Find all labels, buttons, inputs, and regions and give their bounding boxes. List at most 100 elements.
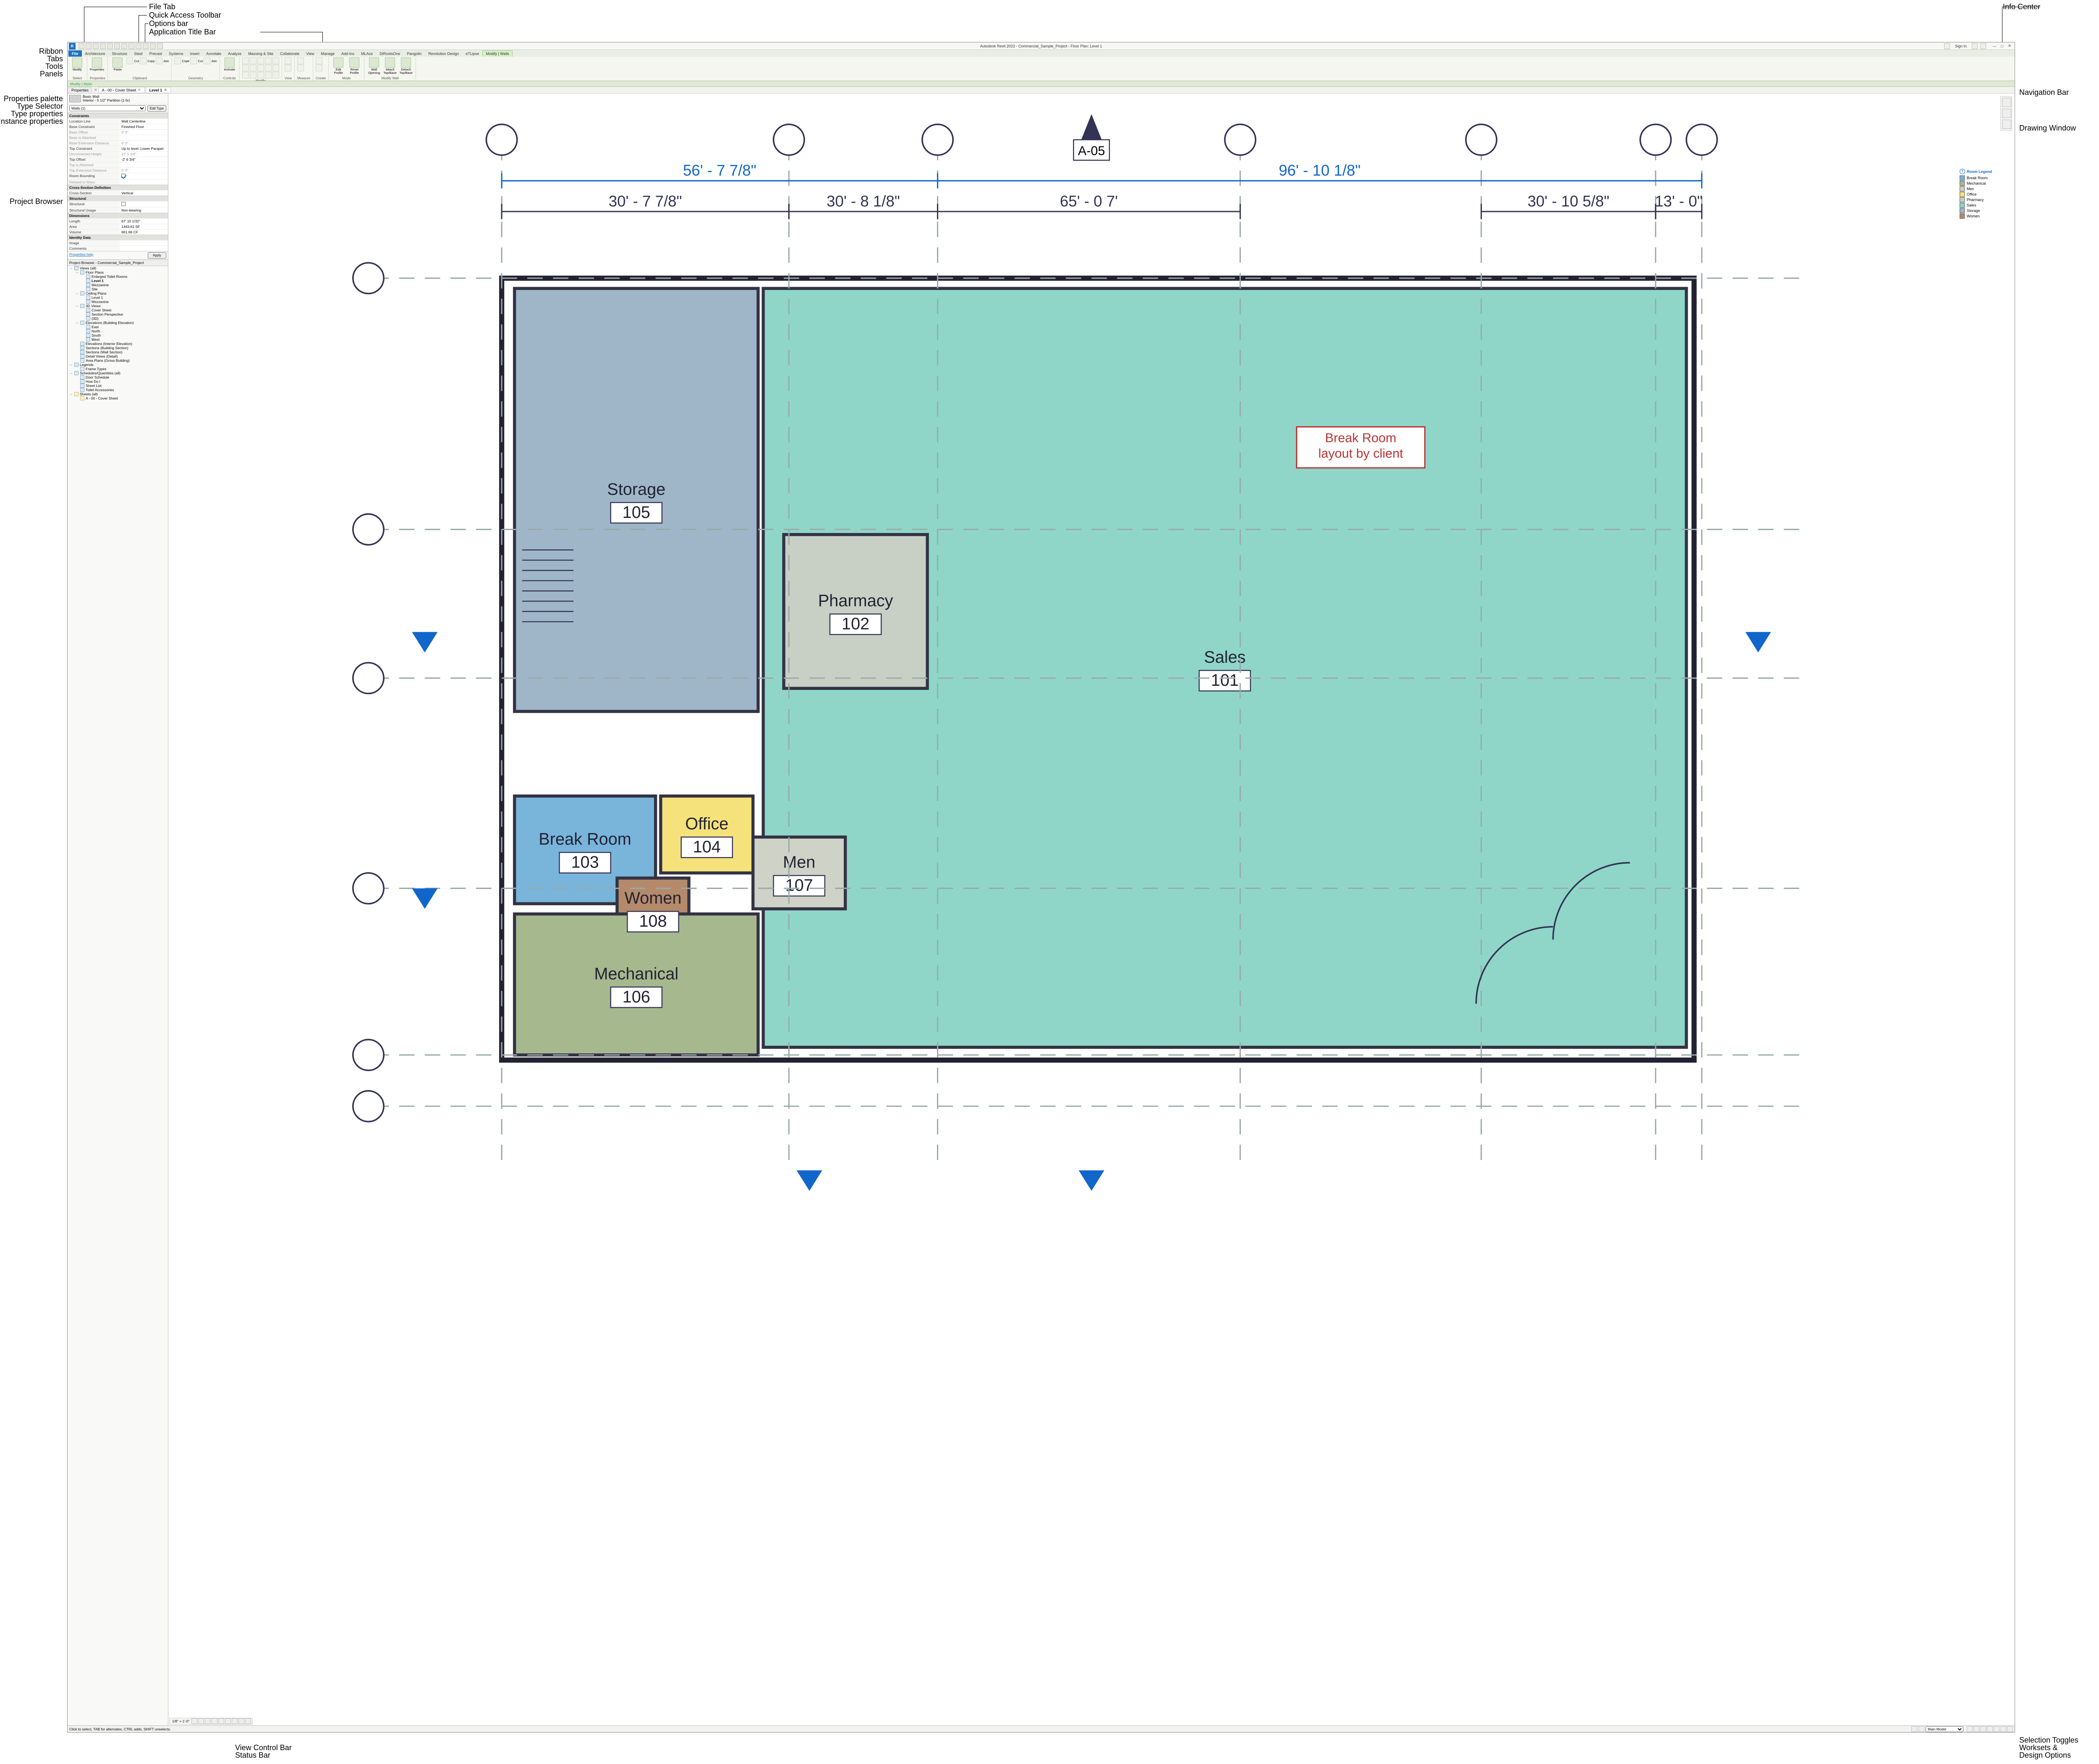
- property-group[interactable]: Dimensions: [68, 213, 168, 218]
- tree-item[interactable]: Level 1: [79, 279, 165, 283]
- property-value[interactable]: -2' 6 3/4": [120, 157, 168, 162]
- checkbox-icon[interactable]: [121, 202, 126, 206]
- qat-button[interactable]: [107, 43, 113, 49]
- app-icon[interactable]: R: [69, 43, 76, 50]
- tree-item[interactable]: Sections (Wall Section): [73, 350, 166, 354]
- tree-item[interactable]: –Elevations (Building Elevation): [73, 321, 166, 325]
- ribbon-tool[interactable]: [285, 65, 291, 71]
- reveal-hidden-icon[interactable]: [238, 1718, 244, 1724]
- qat-button[interactable]: [128, 43, 134, 49]
- worksharing-display-icon[interactable]: [245, 1718, 251, 1724]
- ribbon-tab[interactable]: DiRootsOne: [376, 50, 403, 57]
- property-value[interactable]: 1443.61 SF: [120, 224, 168, 229]
- project-browser[interactable]: Project Browser - Commercial_Sample_Proj…: [68, 260, 168, 1725]
- expand-icon[interactable]: –: [69, 363, 73, 367]
- tree-item[interactable]: North: [79, 329, 165, 333]
- property-row[interactable]: Base is Attached: [68, 135, 168, 140]
- property-value[interactable]: Wall Centerline: [120, 119, 168, 124]
- nav-wheel-icon[interactable]: [2002, 98, 2011, 107]
- property-value[interactable]: [120, 240, 168, 246]
- tree-item[interactable]: {3D}: [79, 316, 165, 321]
- ribbon-tool[interactable]: [242, 65, 249, 71]
- minimize-button[interactable]: —: [1991, 43, 1998, 49]
- tree-item[interactable]: Mezzanine: [79, 300, 165, 304]
- ribbon-tool[interactable]: Attach Top/Base: [383, 57, 397, 74]
- property-value[interactable]: [120, 201, 168, 207]
- property-row[interactable]: Related to Mass: [68, 179, 168, 185]
- ribbon-tab[interactable]: Revolution Design: [425, 50, 462, 57]
- ribbon-tool[interactable]: Wall Opening: [367, 57, 381, 74]
- expand-icon[interactable]: –: [69, 392, 73, 396]
- checkbox-icon[interactable]: [121, 174, 126, 178]
- property-row[interactable]: Top is Attached: [68, 162, 168, 167]
- ribbon-tab[interactable]: File: [68, 50, 82, 57]
- ribbon-tool[interactable]: Activate: [222, 57, 237, 71]
- ribbon-tab[interactable]: Insert: [187, 50, 203, 57]
- tree-item[interactable]: Door Schedule: [73, 375, 166, 379]
- ribbon-tool[interactable]: [156, 57, 162, 64]
- favorites-icon[interactable]: [1972, 43, 1978, 49]
- property-value[interactable]: 0' 0": [120, 141, 168, 146]
- ribbon-tool[interactable]: Edit Profile: [331, 57, 345, 74]
- tree-item[interactable]: –Sheets (all): [68, 392, 167, 396]
- apply-button[interactable]: Apply: [148, 252, 166, 259]
- property-row[interactable]: Structural: [68, 201, 168, 207]
- tree-item[interactable]: –3D Views: [73, 304, 166, 308]
- tree-item[interactable]: Frame Types: [73, 367, 166, 371]
- property-row[interactable]: Image: [68, 240, 168, 246]
- tree-item[interactable]: –Floor Plans: [73, 270, 166, 274]
- ribbon-tool[interactable]: [140, 57, 147, 64]
- property-row[interactable]: Base Extension Distance0' 0": [68, 140, 168, 146]
- ribbon-tool[interactable]: [250, 72, 256, 78]
- workset-icon[interactable]: [1911, 1726, 1917, 1732]
- close-icon[interactable]: ✕: [138, 88, 141, 92]
- property-row[interactable]: Top ConstraintUp to level: Lower Parapet: [68, 146, 168, 151]
- ribbon-tool[interactable]: [285, 57, 291, 64]
- property-group[interactable]: Identity Data: [68, 235, 168, 240]
- ribbon-tool[interactable]: [257, 57, 264, 64]
- shadows-icon[interactable]: [212, 1718, 217, 1724]
- property-value[interactable]: Finished Floor: [120, 124, 168, 129]
- crop-icon[interactable]: [218, 1718, 224, 1724]
- expand-icon[interactable]: –: [75, 304, 79, 308]
- ribbon-tab[interactable]: MLAce: [358, 50, 376, 57]
- ribbon-tab[interactable]: Structure: [109, 50, 131, 57]
- editable-only-icon[interactable]: [1918, 1726, 1924, 1732]
- property-value[interactable]: 661.66 CF: [120, 230, 168, 235]
- tree-item[interactable]: Cover Sheet: [79, 308, 165, 312]
- qat-button[interactable]: [143, 43, 149, 49]
- tree-item[interactable]: How Do I: [73, 379, 166, 384]
- tree-item[interactable]: –Schedules/Quantities (all): [68, 371, 167, 375]
- ribbon-tab[interactable]: View: [303, 50, 317, 57]
- tree-item[interactable]: –Views (all): [68, 266, 167, 270]
- ribbon-tab[interactable]: Systems: [165, 50, 187, 57]
- tree-item[interactable]: East: [79, 325, 165, 329]
- qat-button[interactable]: [114, 43, 120, 49]
- ribbon-tool[interactable]: Modify: [70, 57, 84, 71]
- sign-in-button[interactable]: Sign In: [1952, 44, 1969, 48]
- select-pinned-icon[interactable]: [1980, 1726, 1986, 1732]
- qat-button[interactable]: [86, 43, 92, 49]
- ribbon-tab[interactable]: Annotate: [203, 50, 225, 57]
- property-group[interactable]: Cross-Section Definition: [68, 185, 168, 190]
- background-processes-icon[interactable]: [2007, 1726, 2013, 1732]
- ribbon-tool[interactable]: [126, 57, 133, 64]
- visual-style-icon[interactable]: [198, 1718, 204, 1724]
- tree-item[interactable]: South: [79, 333, 165, 337]
- qat-button[interactable]: [157, 43, 163, 49]
- property-value[interactable]: [120, 135, 168, 140]
- tree-item[interactable]: Elevations (Interior Elevation): [73, 342, 166, 346]
- ribbon-tool[interactable]: [265, 57, 272, 64]
- tree-item[interactable]: Section Perspective: [79, 312, 165, 316]
- qat-button[interactable]: [93, 43, 99, 49]
- property-group[interactable]: Constraints: [68, 113, 168, 118]
- ribbon-tab[interactable]: Manage: [318, 50, 338, 57]
- ribbon-tool[interactable]: [257, 72, 264, 78]
- floor-plan-canvas[interactable]: Storage105Break Room103Office104Women108…: [168, 94, 2015, 1222]
- ribbon-tool[interactable]: [257, 65, 264, 71]
- property-row[interactable]: Structural UsageNon-bearing: [68, 207, 168, 213]
- property-value[interactable]: Up to level: Lower Parapet: [120, 146, 168, 151]
- ribbon-tab[interactable]: Precast: [146, 50, 166, 57]
- property-row[interactable]: Area1443.61 SF: [68, 224, 168, 229]
- ribbon-tool[interactable]: [242, 57, 249, 64]
